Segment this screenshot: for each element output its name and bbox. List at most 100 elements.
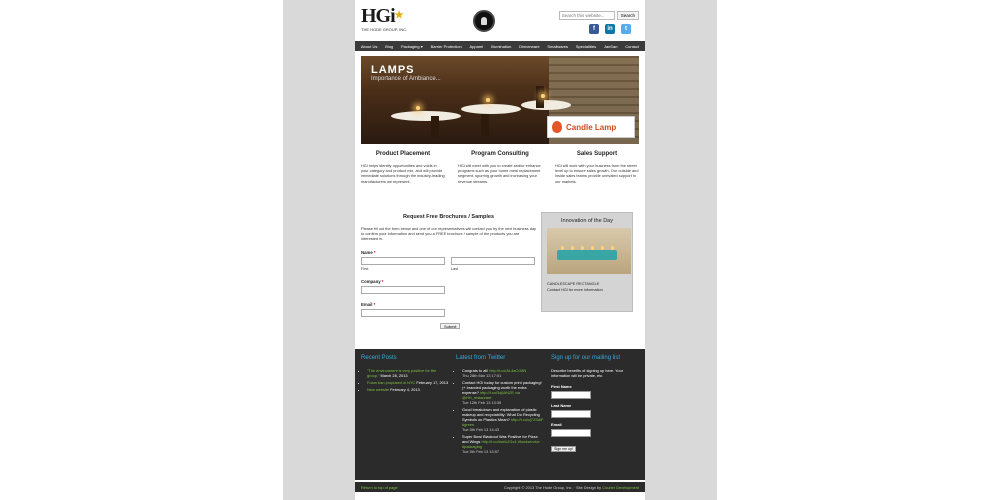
copyright: Copyright © 2013 The Hode Group, Inc. · … [503, 484, 639, 490]
first-name-label: First Name [551, 384, 572, 389]
logo-subtitle: THE HODE GROUP, INC. [361, 27, 408, 32]
service-column: Sales Support HGi will work with your bu… [555, 151, 639, 184]
column-heading: Program Consulting [471, 151, 529, 157]
mailing-first-name-input[interactable] [551, 391, 591, 399]
email-label: Email * [361, 302, 376, 307]
company-label: Company * [361, 279, 384, 284]
service-columns: Product Placement HGi helps identify opp… [361, 151, 639, 184]
nav-item[interactable]: Smallwares [547, 44, 568, 49]
last-name-label: Last Name [551, 403, 572, 408]
search-form: Search [558, 11, 639, 20]
sign-up-button[interactable]: Sign me up! [551, 446, 577, 452]
banner-title: LAMPS [371, 64, 415, 76]
candle-flame [561, 246, 564, 250]
candle-glow [416, 106, 420, 110]
post-date: February 17, 2013 [416, 380, 449, 385]
star-icon: ★ [394, 10, 404, 21]
post-item: New website February 4, 2013 [367, 387, 449, 392]
email-field[interactable] [361, 309, 445, 317]
flame-icon [552, 121, 562, 133]
hgi-logo[interactable]: HGi★ THE HODE GROUP, INC. [361, 6, 407, 32]
mailing-email-input[interactable] [551, 429, 591, 437]
mailing-list: Sign up for our mailing list Describe be… [551, 355, 639, 474]
brochure-request-form: Request Free Brochures / Samples Please … [361, 214, 536, 329]
candle-flame [571, 246, 574, 250]
banner-chair [481, 114, 489, 136]
banner-table [461, 104, 521, 114]
logo-text: HGi [361, 5, 396, 27]
mailing-intro: Describe benefits of signing up here. Yo… [551, 368, 624, 378]
nav-item[interactable]: Blog [385, 44, 393, 49]
candle-lamp-logo: Candle Lamp [547, 116, 635, 138]
first-name-field[interactable] [361, 257, 445, 265]
banner-subtitle: Importance of Ambiance... [371, 76, 441, 82]
bottom-bar: Return to top of page Copyright © 2013 T… [355, 482, 645, 492]
post-date: February 4, 2013 [390, 387, 420, 392]
back-to-top-link[interactable]: Return to top of page [361, 485, 398, 490]
post-link[interactable]: Foam ban proposed in NYC [367, 380, 415, 385]
mailing-heading: Sign up for our mailing list [551, 355, 621, 361]
tweet: Good breakdown and explanation of plasti… [462, 407, 544, 432]
candlescape-photo[interactable] [547, 228, 631, 274]
website-page: HGi★ THE HODE GROUP, INC. Search f in t … [355, 0, 645, 500]
post-item: Foam ban proposed in NYC February 17, 20… [367, 380, 449, 385]
nav-item[interactable]: Specialities [576, 44, 596, 49]
tweet: Congrats to all! http://t.co/AL4aCO8NThu… [462, 368, 544, 378]
main-nav: About Us Blog Packaging ▾ Barrier Protectio… [355, 41, 645, 51]
certification-seal-icon [473, 10, 495, 32]
post-date: March 28, 2013 [380, 373, 408, 378]
nav-item[interactable]: Apparel [469, 44, 483, 49]
candle-holder [557, 250, 617, 260]
mailing-last-name-input[interactable] [551, 410, 591, 418]
banner-chair [431, 116, 439, 138]
search-button[interactable]: Search [616, 11, 639, 20]
designer-link[interactable]: Courier Development [602, 485, 639, 490]
nav-item[interactable]: Packaging ▾ [401, 44, 423, 49]
facebook-icon[interactable]: f [589, 24, 599, 34]
candle-glow [541, 94, 545, 98]
candle-flame [591, 246, 594, 250]
innovation-note: Contact HGi for more information [547, 288, 603, 292]
brand-name: Candle Lamp [566, 122, 617, 132]
column-text: HGi helps identify opportunities and voi… [361, 163, 445, 184]
last-label: Last [451, 267, 459, 271]
service-column: Program Consulting HGi will meet with yo… [458, 151, 542, 184]
column-text: HGi will work with your business from th… [555, 163, 639, 184]
last-name-field[interactable] [451, 257, 535, 265]
twitter-feed: Latest from Twitter Congrats to all! htt… [456, 355, 544, 474]
nav-item[interactable]: JanSan [604, 44, 618, 49]
column-text: HGi will meet with you to create and/or … [458, 163, 541, 184]
form-heading: Request Free Brochures / Samples [402, 214, 495, 220]
banner-table [521, 100, 571, 110]
twitter-icon[interactable]: t [621, 24, 631, 34]
column-heading: Sales Support [576, 151, 618, 157]
innovation-product: CANDLESCAPE RECTANGLE [547, 282, 600, 286]
nav-item[interactable]: Barrier Protection [431, 44, 462, 49]
form-intro: Please fill out the form below and one o… [361, 226, 536, 241]
submit-button[interactable]: Submit [440, 323, 461, 329]
nav-item[interactable]: Contact [625, 44, 639, 49]
twitter-heading: Latest from Twitter [456, 355, 506, 361]
tweet: Super Bowl Blackout Was Positive for Piz… [462, 434, 544, 454]
candle-glow [486, 98, 490, 102]
lamps-banner[interactable]: LAMPS Importance of Ambiance... Candle L… [361, 56, 639, 144]
candle-flame [601, 246, 604, 250]
linkedin-icon[interactable]: in [605, 24, 615, 34]
nav-item[interactable]: Illumination [491, 44, 511, 49]
site-header: HGi★ THE HODE GROUP, INC. Search f in t [355, 0, 645, 40]
email-label: Email [551, 422, 562, 427]
banner-table [391, 111, 461, 121]
post-item: "The environment is very positive for th… [367, 368, 449, 378]
search-input[interactable] [558, 11, 615, 20]
tweet: Contact HGi today for custom print packa… [462, 380, 544, 405]
nav-item[interactable]: Dinnerware [519, 44, 539, 49]
nav-item[interactable]: About Us [361, 44, 377, 49]
candle-flame [611, 246, 614, 250]
recent-posts: Recent Posts "The environment is very po… [361, 355, 449, 474]
social-links: f in t [589, 24, 631, 34]
innovation-of-the-day: Innovation of the Day CANDLESCAPE RECTAN… [541, 212, 633, 312]
service-column: Product Placement HGi helps identify opp… [361, 151, 445, 184]
post-link[interactable]: New website [367, 387, 389, 392]
site-footer: Recent Posts "The environment is very po… [355, 349, 645, 480]
company-field[interactable] [361, 286, 445, 294]
